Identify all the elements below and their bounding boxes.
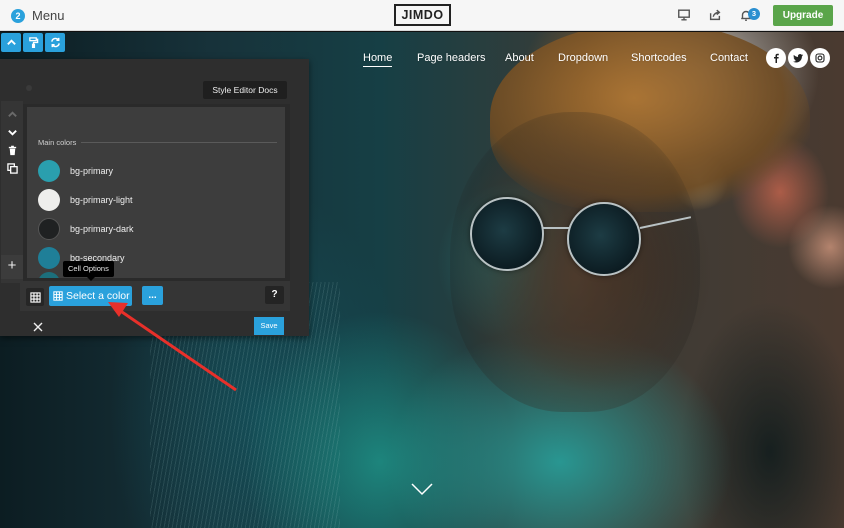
add-block-button[interactable]: + bbox=[1, 255, 23, 279]
select-color-label: Select a color bbox=[66, 290, 130, 302]
cell-options-tooltip: Cell Options bbox=[63, 261, 114, 281]
hero-sunglasses-left-lens bbox=[470, 197, 544, 271]
editor-topbar: 2 Menu JIMDO 3 Upgrade bbox=[0, 0, 844, 31]
notification-count-badge: 3 bbox=[748, 8, 760, 20]
color-item[interactable]: bg-primary-dark bbox=[38, 217, 134, 241]
menu-badge[interactable]: 2 bbox=[11, 9, 25, 23]
panel-drag-handle[interactable] bbox=[26, 85, 32, 91]
instagram-icon[interactable] bbox=[810, 48, 830, 68]
nav-link-shortcodes[interactable]: Shortcodes bbox=[631, 52, 687, 64]
more-options-button[interactable]: ... bbox=[142, 286, 163, 305]
nav-link-page-headers[interactable]: Page headers bbox=[417, 52, 486, 64]
scroll-down-chevron-icon[interactable] bbox=[411, 482, 433, 496]
move-down-icon[interactable] bbox=[5, 125, 19, 139]
color-swatch bbox=[38, 247, 60, 269]
refresh-icon[interactable] bbox=[45, 33, 65, 52]
help-button[interactable]: ? bbox=[265, 286, 284, 304]
nav-link-dropdown[interactable]: Dropdown bbox=[558, 52, 608, 64]
duplicate-icon[interactable] bbox=[5, 161, 19, 175]
menu-button[interactable]: Menu bbox=[32, 8, 65, 23]
close-icon[interactable] bbox=[31, 320, 45, 334]
color-item[interactable]: bg-primary-light bbox=[38, 188, 133, 212]
color-list-frame: Main colors bg-primary bg-primary-light … bbox=[23, 104, 290, 281]
style-editor-panel: Style Editor Docs + Main colors bg-prima… bbox=[0, 59, 309, 336]
nav-link-contact[interactable]: Contact bbox=[710, 52, 748, 64]
twitter-icon[interactable] bbox=[788, 48, 808, 68]
facebook-icon[interactable] bbox=[766, 48, 786, 68]
collapse-icon[interactable] bbox=[1, 33, 21, 52]
style-editor-docs-button[interactable]: Style Editor Docs bbox=[203, 81, 287, 99]
color-list[interactable]: Main colors bg-primary bg-primary-light … bbox=[27, 107, 285, 278]
color-item[interactable]: bg-primary bbox=[38, 159, 113, 183]
save-button[interactable]: Save bbox=[254, 317, 284, 335]
delete-icon[interactable] bbox=[5, 143, 19, 157]
share-icon[interactable] bbox=[708, 8, 722, 22]
color-swatch bbox=[38, 160, 60, 182]
section-divider bbox=[81, 142, 277, 143]
nav-link-home[interactable]: Home bbox=[363, 52, 393, 67]
hero-sunglasses-right-lens bbox=[567, 202, 641, 276]
jimdo-logo: JIMDO bbox=[394, 4, 451, 26]
color-swatch bbox=[38, 218, 60, 240]
cell-grid-icon bbox=[53, 291, 63, 301]
main-colors-label: Main colors bbox=[38, 138, 77, 147]
desktop-preview-icon[interactable] bbox=[677, 8, 691, 22]
upgrade-button[interactable]: Upgrade bbox=[773, 5, 833, 26]
paint-roller-icon[interactable] bbox=[23, 33, 43, 52]
color-name: bg-primary-dark bbox=[70, 224, 134, 234]
color-name: bg-primary bbox=[70, 166, 114, 176]
color-swatch bbox=[38, 189, 60, 211]
color-swatch bbox=[38, 272, 60, 278]
move-up-icon[interactable] bbox=[5, 107, 19, 121]
grid-icon[interactable] bbox=[26, 288, 44, 306]
select-color-button[interactable]: Select a color bbox=[49, 286, 132, 306]
hero-sunglasses-bridge bbox=[542, 227, 569, 229]
color-name: bg-primary-light bbox=[70, 195, 133, 205]
nav-link-about[interactable]: About bbox=[505, 52, 534, 64]
